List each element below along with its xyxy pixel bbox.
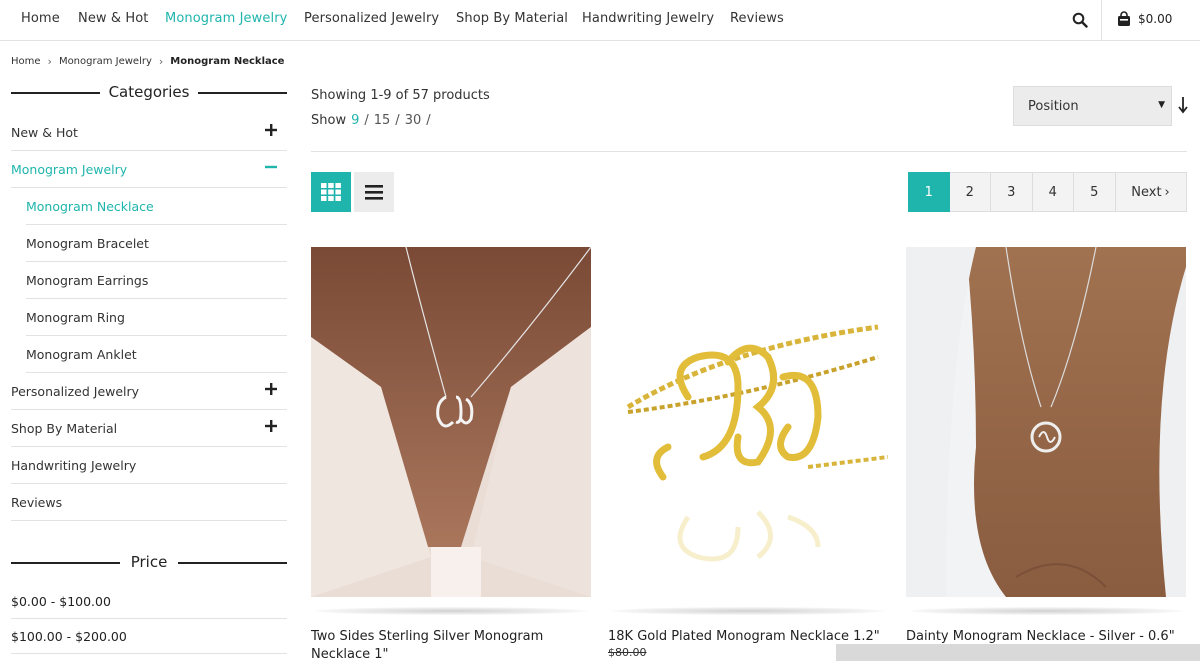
separator: / <box>426 113 431 128</box>
breadcrumb-current: Monogram Necklace <box>170 56 285 67</box>
product-photo-silver-monogram-necklace <box>311 247 591 597</box>
separator: / <box>395 113 400 128</box>
heading-rule <box>11 92 100 94</box>
price-range-100-200[interactable]: $100.00 - $200.00 <box>11 619 287 654</box>
breadcrumb-monogram-jewelry[interactable]: Monogram Jewelry <box>59 56 152 67</box>
category-label: Monogram Anklet <box>26 346 137 362</box>
page-4[interactable]: 4 <box>1032 172 1074 212</box>
category-label: New & Hot <box>11 124 78 140</box>
category-label: Monogram Jewelry <box>11 161 128 177</box>
showing-count: Showing 1-9 of 57 products <box>311 88 490 103</box>
plus-icon[interactable] <box>265 124 277 136</box>
category-label: Monogram Ring <box>26 309 125 325</box>
subcategory-monogram-necklace[interactable]: Monogram Necklace <box>26 188 287 225</box>
card-shadow <box>314 607 588 615</box>
page-5[interactable]: 5 <box>1074 172 1116 212</box>
show-per-page: Show 9 / 15 / 30 / <box>311 113 431 128</box>
price-list: $0.00 - $100.00 $100.00 - $200.00 <box>11 584 287 654</box>
cart-total: $0.00 <box>1138 12 1173 26</box>
subcategory-monogram-bracelet[interactable]: Monogram Bracelet <box>26 225 287 262</box>
category-personalized-jewelry[interactable]: Personalized Jewelry <box>11 373 287 410</box>
chevron-right-icon: › <box>158 55 164 68</box>
show-option-15[interactable]: 15 <box>374 113 391 128</box>
heading-rule <box>178 562 287 564</box>
next-label: Next <box>1131 184 1162 200</box>
plus-icon[interactable] <box>265 420 277 432</box>
categories-heading: Categories <box>11 78 287 106</box>
nav-item-monogram-jewelry[interactable]: Monogram Jewelry <box>165 11 287 26</box>
product-photo-gold-monogram-necklace <box>608 247 888 597</box>
category-monogram-jewelry[interactable]: Monogram Jewelry <box>11 151 287 188</box>
minus-icon[interactable] <box>265 161 277 173</box>
category-shop-by-material[interactable]: Shop By Material <box>11 410 287 447</box>
nav-item-shop-by-material[interactable]: Shop By Material <box>456 11 568 26</box>
next-page-button[interactable]: Next › <box>1115 172 1187 212</box>
page-3[interactable]: 3 <box>991 172 1033 212</box>
grid-view-button[interactable] <box>311 172 351 212</box>
sidebar: Categories New & Hot Monogram Jewelry Mo… <box>11 78 287 654</box>
chevron-right-icon: › <box>47 55 52 68</box>
category-label: Monogram Bracelet <box>26 235 149 251</box>
category-list: New & Hot Monogram Jewelry Monogram Neck… <box>11 114 287 521</box>
product-card: Dainty Monogram Necklace - Silver - 0.6" <box>906 247 1186 646</box>
product-card: 18K Gold Plated Monogram Necklace 1.2" $… <box>608 247 888 659</box>
price-title: Price <box>124 553 174 571</box>
show-option-9[interactable]: 9 <box>351 113 359 128</box>
nav-item-home[interactable]: Home <box>21 11 60 26</box>
pagination: 1 2 3 4 5 Next › <box>908 172 1187 212</box>
heading-rule <box>11 562 120 564</box>
nav-item-handwriting-jewelry[interactable]: Handwriting Jewelry <box>582 11 714 26</box>
category-label: Monogram Necklace <box>26 198 154 214</box>
page-1[interactable]: 1 <box>908 172 950 212</box>
price-range-0-100[interactable]: $0.00 - $100.00 <box>11 584 287 619</box>
show-label: Show <box>311 113 347 128</box>
separator: / <box>364 113 369 128</box>
bottom-overlay-bar <box>836 644 1200 661</box>
toolbar-divider <box>311 151 1187 152</box>
grid-view-icon <box>321 183 341 201</box>
nav-item-reviews[interactable]: Reviews <box>730 11 784 26</box>
plus-icon[interactable] <box>265 383 277 395</box>
top-navigation: Home New & Hot Monogram Jewelry Personal… <box>0 0 1200 41</box>
price-heading: Price <box>11 548 287 576</box>
category-label: Reviews <box>11 494 63 510</box>
product-photo-dainty-monogram-necklace <box>906 247 1186 597</box>
caret-down-icon: ▼ <box>1158 100 1165 110</box>
category-label: Personalized Jewelry <box>11 383 140 399</box>
card-shadow <box>909 607 1183 615</box>
sort-value: Position <box>1028 98 1079 114</box>
breadcrumb: Home › Monogram Jewelry › Monogram Neckl… <box>11 55 284 68</box>
heading-rule <box>198 92 287 94</box>
nav-item-personalized-jewelry[interactable]: Personalized Jewelry <box>304 11 439 26</box>
categories-title: Categories <box>102 83 196 101</box>
breadcrumb-home[interactable]: Home <box>11 56 41 67</box>
search-icon[interactable] <box>1072 12 1088 28</box>
subcategory-monogram-anklet[interactable]: Monogram Anklet <box>26 336 287 373</box>
list-view-icon <box>365 184 383 200</box>
subcategory-monogram-ring[interactable]: Monogram Ring <box>26 299 287 336</box>
show-option-30[interactable]: 30 <box>405 113 422 128</box>
product-image[interactable] <box>608 247 888 597</box>
subcategory-monogram-earrings[interactable]: Monogram Earrings <box>26 262 287 299</box>
cart-button[interactable]: $0.00 <box>1116 11 1172 27</box>
list-view-button[interactable] <box>354 172 394 212</box>
category-label: Monogram Earrings <box>26 272 149 288</box>
category-label: Shop By Material <box>11 420 118 436</box>
sort-select[interactable]: Position ▼ <box>1013 86 1172 126</box>
shopping-bag-icon <box>1118 11 1130 26</box>
nav-item-new-hot[interactable]: New & Hot <box>78 11 148 26</box>
product-card: Two Sides Sterling Silver Monogram Neckl… <box>311 247 591 661</box>
card-shadow <box>611 607 885 615</box>
nav-divider <box>1101 0 1102 40</box>
category-reviews[interactable]: Reviews <box>11 484 287 521</box>
page-2[interactable]: 2 <box>949 172 991 212</box>
chevron-right-icon: › <box>1164 184 1170 200</box>
sort-descending-icon[interactable] <box>1177 96 1189 114</box>
category-handwriting-jewelry[interactable]: Handwriting Jewelry <box>11 447 287 484</box>
category-label: Handwriting Jewelry <box>11 457 137 473</box>
category-new-hot[interactable]: New & Hot <box>11 114 287 151</box>
product-image[interactable] <box>311 247 591 597</box>
product-name[interactable]: Two Sides Sterling Silver Monogram Neckl… <box>311 628 591 661</box>
product-image[interactable] <box>906 247 1186 597</box>
